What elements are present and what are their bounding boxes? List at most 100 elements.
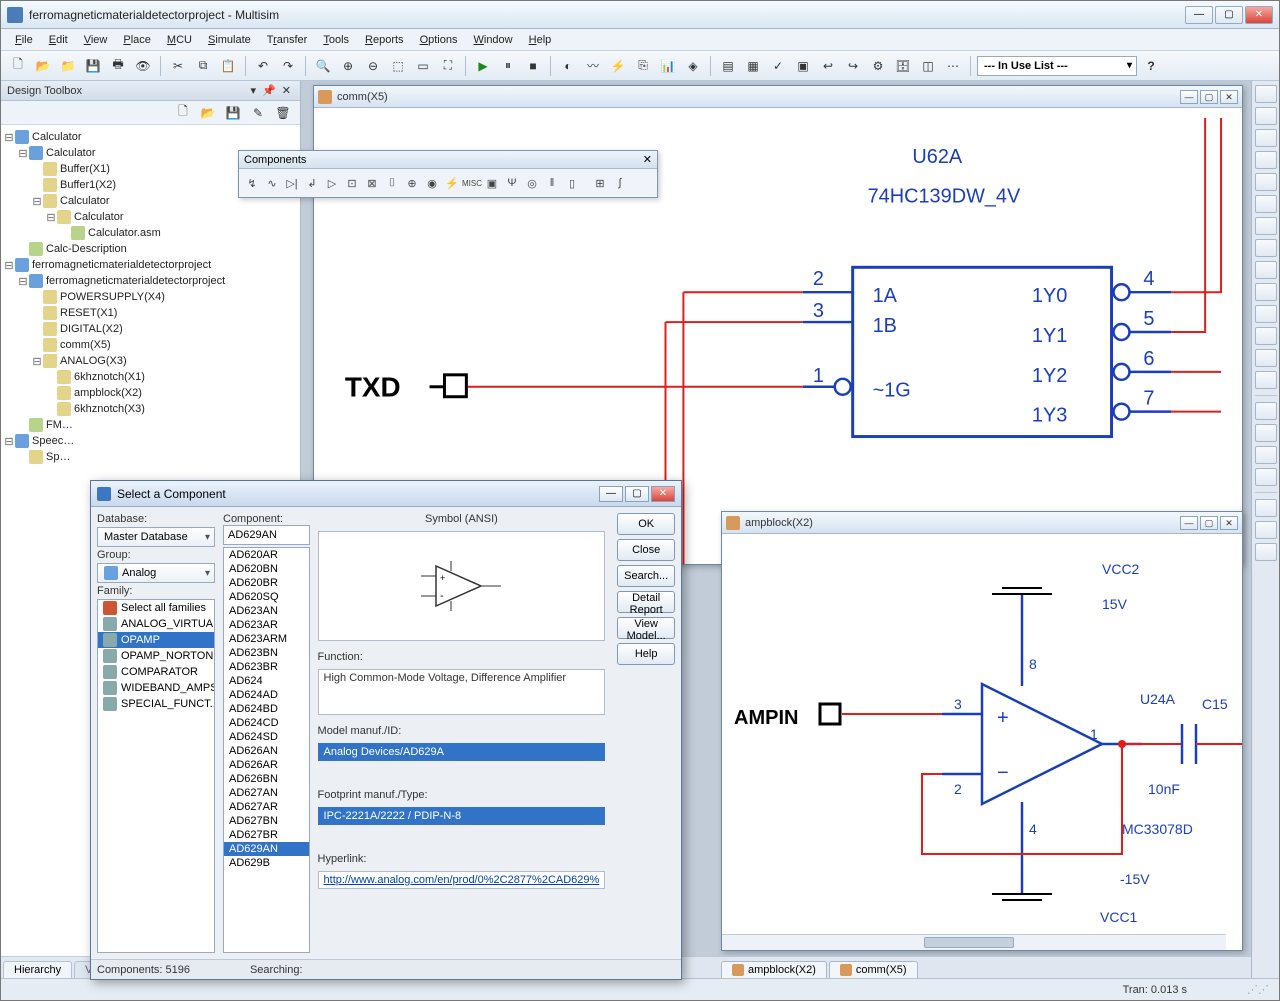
tree-node[interactable]: RESET(X1)	[3, 305, 298, 321]
in-use-list-dropdown[interactable]: --- In Use List ---	[977, 56, 1137, 76]
tree-node[interactable]: POWERSUPPLY(X4)	[3, 289, 298, 305]
footprint-text[interactable]: IPC-2221A/2222 / PDIP-N-8	[318, 807, 606, 825]
more-icon[interactable]: ⋯	[942, 55, 964, 77]
family-item[interactable]: ANALOG_VIRTUAL	[98, 616, 214, 632]
expander-icon[interactable]: ⊟	[45, 211, 57, 224]
mdi-close-icon[interactable]: ✕	[1220, 90, 1238, 104]
component-item[interactable]: AD624	[224, 674, 309, 688]
power-icon[interactable]: ⚡	[443, 173, 461, 193]
component-item[interactable]: AD620SQ	[224, 590, 309, 604]
tek-scope-icon[interactable]	[1255, 468, 1277, 486]
diode-icon[interactable]: ▷|	[283, 173, 301, 193]
tree-node[interactable]: DIGITAL(X2)	[3, 321, 298, 337]
menu-tools[interactable]: Tools	[317, 32, 355, 48]
design-toolbox-header[interactable]: Design Toolbox ▾ 📌 ✕	[1, 81, 300, 101]
pcb-icon[interactable]: ▣	[792, 55, 814, 77]
hier-block-icon[interactable]: ⊞	[591, 173, 609, 193]
agilent-fg-icon[interactable]	[1255, 402, 1277, 420]
redo-icon[interactable]: ↷	[277, 55, 299, 77]
menu-options[interactable]: Options	[414, 32, 464, 48]
current-probe-icon[interactable]	[1255, 543, 1277, 561]
tree-node[interactable]: Calculator.asm	[3, 225, 298, 241]
component-item[interactable]: AD624SD	[224, 730, 309, 744]
component-wizard-icon[interactable]: ⚙	[867, 55, 889, 77]
postproc-icon[interactable]: ⎘	[632, 55, 654, 77]
network-analyzer-icon[interactable]	[1255, 371, 1277, 389]
menu-mcu[interactable]: MCU	[161, 32, 198, 48]
mdi-max-icon[interactable]: ▢	[1200, 516, 1218, 530]
rf-icon[interactable]: Ψ	[503, 173, 521, 193]
copy-icon[interactable]: ⧉	[192, 55, 214, 77]
database-dropdown[interactable]: Master Database	[97, 527, 215, 547]
close-icon[interactable]: ✕	[643, 153, 652, 166]
help-button[interactable]: Help	[617, 643, 675, 665]
misc-digital-icon[interactable]: ⌷	[383, 173, 401, 193]
component-item[interactable]: AD623AR	[224, 618, 309, 632]
mdi-min-icon[interactable]: —	[1180, 516, 1198, 530]
multimeter-icon[interactable]	[1255, 85, 1277, 103]
component-item[interactable]: AD623BR	[224, 660, 309, 674]
component-item[interactable]: AD626AN	[224, 744, 309, 758]
mdi-amp-titlebar[interactable]: ampblock(X2) — ▢ ✕	[722, 512, 1242, 534]
mdi-min-icon[interactable]: —	[1180, 90, 1198, 104]
bus-icon[interactable]: ∫	[611, 173, 629, 193]
component-item[interactable]: AD620BR	[224, 576, 309, 590]
search-button[interactable]: Search...	[617, 565, 675, 587]
fullscreen-icon[interactable]: ⛶	[437, 55, 459, 77]
agilent-mm-icon[interactable]	[1255, 424, 1277, 442]
component-item[interactable]: AD624BD	[224, 702, 309, 716]
mdi-comm-titlebar[interactable]: comm(X5) — ▢ ✕	[314, 86, 1242, 108]
erc-icon[interactable]: ✓	[767, 55, 789, 77]
maximize-button[interactable]: ▢	[1215, 6, 1243, 24]
word-gen-icon[interactable]	[1255, 239, 1277, 257]
expander-icon[interactable]: ⊟	[3, 131, 15, 144]
component-item[interactable]: AD624CD	[224, 716, 309, 730]
misc-icon[interactable]: ◈	[682, 55, 704, 77]
panel-close-icon[interactable]: ✕	[279, 84, 294, 97]
component-item[interactable]: AD627AN	[224, 786, 309, 800]
transistor-icon[interactable]: ↲	[303, 173, 321, 193]
basic-icon[interactable]: ∿	[263, 173, 281, 193]
netlist-icon[interactable]: ▤	[717, 55, 739, 77]
family-listbox[interactable]: Select all familiesANALOG_VIRTUALOPAMPOP…	[97, 599, 215, 953]
family-item[interactable]: Select all families	[98, 600, 214, 616]
panel-pin-icon[interactable]: 📌	[259, 84, 279, 97]
print-icon[interactable]: 🖶	[107, 55, 129, 77]
stop-icon[interactable]: ■	[522, 55, 544, 77]
mdi-max-icon[interactable]: ▢	[1200, 90, 1218, 104]
analog-icon[interactable]: ▷	[323, 173, 341, 193]
interactive-icon[interactable]: ◐	[557, 55, 579, 77]
family-item[interactable]: COMPARATOR	[98, 664, 214, 680]
rename-icon[interactable]: ✎	[247, 102, 269, 124]
logic-analyzer-icon[interactable]	[1255, 261, 1277, 279]
forward-annotate-icon[interactable]: ↪	[842, 55, 864, 77]
expander-icon[interactable]: ⊟	[17, 147, 29, 160]
save-design-icon[interactable]: 💾	[222, 102, 244, 124]
group-dropdown[interactable]: Analog	[97, 563, 215, 583]
tab-hierarchy[interactable]: Hierarchy	[3, 961, 72, 978]
family-item[interactable]: WIDEBAND_AMPS	[98, 680, 214, 696]
tree-node[interactable]: Calc-Description	[3, 241, 298, 257]
expander-icon[interactable]: ⊟	[31, 355, 43, 368]
spreadsheet-icon[interactable]: ▦	[742, 55, 764, 77]
model-text[interactable]: Analog Devices/AD629A	[318, 743, 606, 761]
dialog-titlebar[interactable]: Select a Component — ▢ ✕	[91, 481, 681, 507]
component-item[interactable]: AD626BN	[224, 772, 309, 786]
minimize-button[interactable]: —	[1185, 6, 1213, 24]
components-toolbar-title[interactable]: Components ✕	[239, 151, 657, 169]
print-preview-icon[interactable]: 👁	[132, 55, 154, 77]
component-item[interactable]: AD627BR	[224, 828, 309, 842]
close-design-icon[interactable]: 🗑	[272, 102, 294, 124]
run-icon[interactable]: ▶	[472, 55, 494, 77]
zoom-area-icon[interactable]: ⬚	[387, 55, 409, 77]
family-item[interactable]: OPAMP	[98, 632, 214, 648]
tree-node[interactable]: FM…	[3, 417, 298, 433]
expander-icon[interactable]: ⊟	[3, 435, 15, 448]
tree-node[interactable]: ⊟ferromagneticmaterialdetectorproject	[3, 257, 298, 273]
probe-icon[interactable]: ⚡	[607, 55, 629, 77]
back-annotate-icon[interactable]: ↩	[817, 55, 839, 77]
help-icon[interactable]: ?	[1140, 55, 1162, 77]
hyperlink-text[interactable]: http://www.analog.com/en/prod/0%2C2877%2…	[318, 871, 606, 889]
select-component-dialog[interactable]: Select a Component — ▢ ✕ Database: Maste…	[90, 480, 682, 980]
labview-icon[interactable]	[1255, 499, 1277, 517]
